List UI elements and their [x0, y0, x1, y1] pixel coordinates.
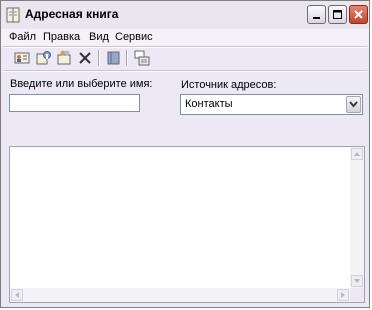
maximize-button[interactable] — [328, 5, 347, 24]
properties-icon[interactable] — [35, 49, 53, 67]
toolbar-separator — [126, 50, 128, 66]
book-icon[interactable] — [105, 49, 123, 67]
find-people-icon[interactable] — [55, 49, 73, 67]
menu-view[interactable]: Вид — [89, 31, 109, 43]
close-icon — [354, 10, 363, 19]
scroll-up-button[interactable] — [351, 148, 363, 160]
arrow-right-icon — [341, 292, 345, 298]
address-book-window: Адресная книга Файл Правка Вид Сервис Вв… — [0, 0, 370, 308]
search-input[interactable] — [9, 94, 140, 112]
arrow-up-icon — [354, 152, 360, 156]
scroll-down-button[interactable] — [351, 275, 363, 287]
menu-edit[interactable]: Правка — [43, 31, 80, 43]
scroll-right-button[interactable] — [337, 289, 349, 301]
window-title: Адресная книга — [25, 7, 119, 21]
menu-bar: Файл Правка Вид Сервис — [1, 29, 369, 46]
maximize-icon — [333, 10, 342, 19]
contacts-list[interactable] — [9, 146, 365, 303]
vertical-scrollbar[interactable] — [350, 147, 364, 288]
source-select[interactable]: Контакты — [180, 94, 363, 115]
scrollbar-corner — [350, 288, 364, 302]
delete-icon[interactable] — [76, 49, 94, 67]
chevron-down-icon — [349, 101, 358, 108]
source-selected-value: Контакты — [185, 98, 233, 110]
source-label: Источник адресов: — [181, 79, 277, 91]
arrow-left-icon — [15, 292, 19, 298]
search-label: Введите или выберите имя: — [10, 78, 153, 90]
minimize-button[interactable] — [307, 5, 326, 24]
title-bar[interactable]: Адресная книга — [1, 1, 369, 30]
arrow-down-icon — [354, 279, 360, 283]
toolbar-separator — [98, 50, 100, 66]
menu-file[interactable]: Файл — [9, 31, 36, 43]
new-contact-icon[interactable] — [13, 49, 31, 67]
source-dropdown-button[interactable] — [346, 96, 361, 113]
scroll-left-button[interactable] — [11, 289, 23, 301]
address-book-icon — [6, 7, 20, 23]
menu-tools[interactable]: Сервис — [115, 31, 153, 43]
horizontal-scrollbar[interactable] — [10, 288, 350, 302]
close-button[interactable] — [349, 5, 368, 24]
minimize-icon — [313, 17, 320, 19]
toolbar-bottom-separator — [3, 70, 367, 72]
action-icon[interactable] — [133, 49, 151, 67]
toolbar — [1, 47, 369, 69]
